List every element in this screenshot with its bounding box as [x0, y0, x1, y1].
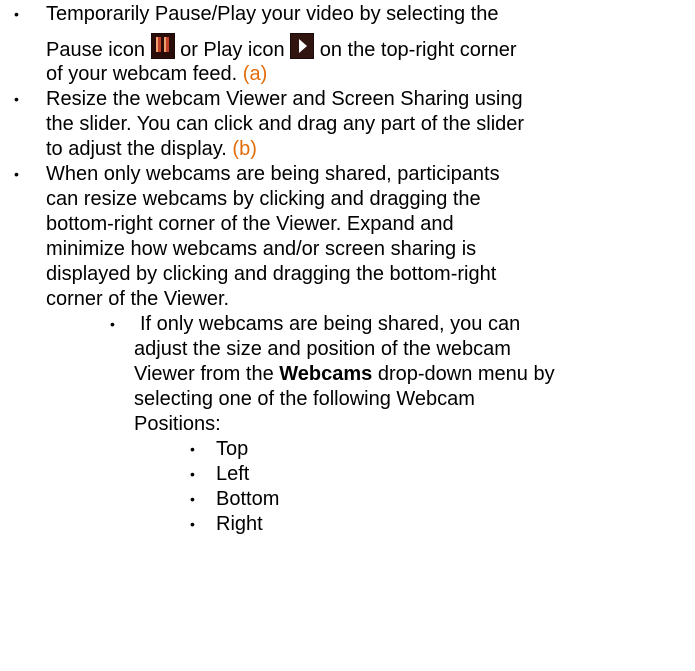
item1-line1: Temporarily Pause/Play your video by sel… [46, 3, 499, 25]
item1-line2-a: Pause icon [46, 39, 145, 61]
position-item: Left [216, 463, 250, 485]
bullet: • [14, 6, 19, 22]
item3-line2: can resize webcams by clicking and dragg… [46, 188, 481, 210]
bullet: • [190, 516, 195, 532]
item2-line3: to adjust the display. (b) [46, 137, 257, 162]
bullet: • [110, 316, 115, 332]
reference-label-b: (b) [232, 138, 257, 160]
item3-line3: bottom-right corner of the Viewer. Expan… [46, 213, 454, 235]
bullet: • [190, 441, 195, 457]
position-item: Right [216, 513, 263, 535]
webcams-menu-label: Webcams [279, 363, 373, 385]
item3-line6: corner of the Viewer. [46, 288, 230, 310]
item4-line3: Viewer from the Webcams drop-down menu b… [134, 362, 555, 387]
item3-line4: minimize how webcams and/or screen shari… [46, 238, 477, 260]
item4-line1: If only webcams are being shared, you ca… [140, 313, 521, 335]
item4-line3-a: Viewer from the [134, 363, 274, 385]
item4-line5: Positions: [134, 413, 221, 435]
pause-icon [150, 33, 175, 59]
item2-line1: Resize the webcam Viewer and Screen Shar… [46, 88, 523, 110]
bullet: • [190, 491, 195, 507]
position-item: Bottom [216, 488, 280, 510]
item1-line2-b: or Play icon [180, 39, 285, 61]
item1-line3: of your webcam feed. (a) [46, 62, 267, 87]
item3-line5: displayed by clicking and dragging the b… [46, 263, 497, 285]
bullet: • [14, 91, 19, 107]
item3-line1: When only webcams are being shared, part… [46, 163, 500, 185]
reference-label-a: (a) [242, 63, 268, 85]
position-item: Top [216, 438, 249, 460]
item4-line2: adjust the size and position of the webc… [134, 338, 511, 360]
item2-line2: the slider. You can click and drag any p… [46, 113, 525, 135]
item1-line2: Pause icon or Play icon on the top-right… [46, 33, 517, 63]
bullet: • [14, 166, 19, 182]
item1-line2-c: on the top-right corner [319, 39, 517, 61]
bullet: • [190, 466, 195, 482]
document-page: • Temporarily Pause/Play your video by s… [0, 0, 695, 671]
play-icon [290, 33, 315, 59]
item2-line3-text: to adjust the display. [46, 138, 227, 160]
item4-line4: selecting one of the following Webcam [134, 388, 475, 410]
item1-line3-text: of your webcam feed. [46, 63, 238, 85]
item4-line3-b: drop-down menu by [377, 363, 555, 385]
